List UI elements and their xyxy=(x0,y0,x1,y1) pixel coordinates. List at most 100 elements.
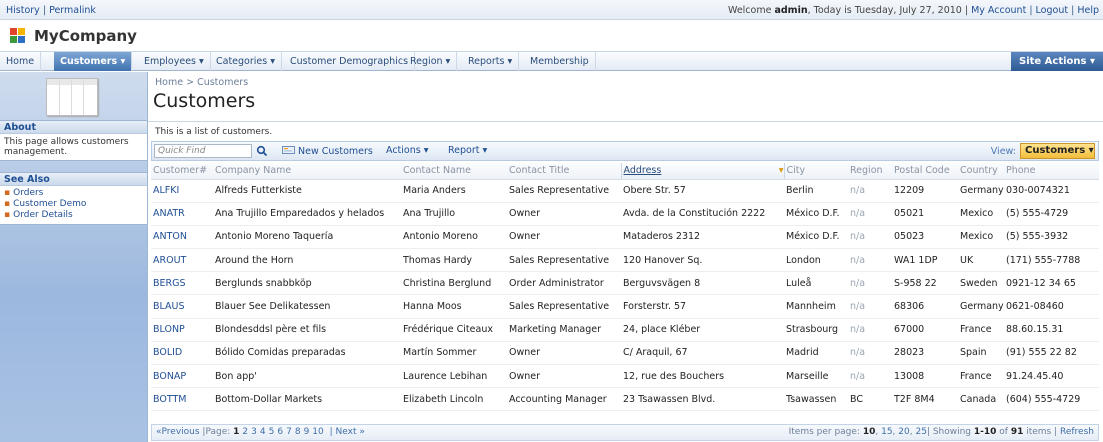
actions-menu[interactable]: Actions ▾ xyxy=(386,145,429,156)
menu-customers[interactable]: Customers ▾ xyxy=(54,52,133,71)
col-company-name[interactable]: Company Name xyxy=(213,163,401,180)
report-menu[interactable]: Report ▾ xyxy=(448,145,487,156)
see-also-orders-label[interactable]: Orders xyxy=(13,188,43,198)
cell-phone: 0621-08460 xyxy=(1004,294,1099,319)
see-also-orders[interactable]: ▪ Orders xyxy=(2,188,147,199)
page-link-5[interactable]: 5 xyxy=(269,427,275,437)
page-size-10[interactable]: 10 xyxy=(863,427,876,437)
cell-city: Strasbourg xyxy=(784,318,848,342)
page-link-1[interactable]: 1 xyxy=(233,427,239,437)
cell-customer-id[interactable]: BLONP xyxy=(151,318,213,342)
col-country[interactable]: Country xyxy=(958,163,1004,180)
page-link-8[interactable]: 8 xyxy=(295,427,301,437)
table-row[interactable]: ANATR Ana Trujillo Emparedados y helados A… xyxy=(151,202,1099,226)
cell-contact-name: Ana Trujillo xyxy=(401,202,507,226)
cell-customer-id[interactable]: ALFKI xyxy=(151,179,213,203)
previous-page-link[interactable]: «Previous xyxy=(156,427,200,437)
col-customer-id[interactable]: Customer# xyxy=(151,163,213,180)
col-region[interactable]: Region xyxy=(848,163,892,180)
col-postal-code[interactable]: Postal Code xyxy=(892,163,958,180)
menu-employees[interactable]: Employees ▾ xyxy=(138,52,211,71)
site-actions-button[interactable]: Site Actions ▾ xyxy=(1011,52,1103,71)
see-also-title: See Also xyxy=(0,173,147,186)
cell-customer-id[interactable]: BOLID xyxy=(151,341,213,366)
page-link-7[interactable]: 7 xyxy=(286,427,292,437)
view-selector[interactable]: Customers ▾ xyxy=(1020,143,1095,159)
cell-region: n/a xyxy=(848,202,892,226)
see-also-order-details[interactable]: ▪ Order Details xyxy=(2,210,147,221)
col-city[interactable]: City xyxy=(784,163,848,180)
cell-company-name: Bon app' xyxy=(213,364,401,389)
page-size-25[interactable]: 25 xyxy=(915,427,926,437)
table-row[interactable]: BOTTM Bottom-Dollar Markets Elizabeth Linc… xyxy=(151,387,1099,412)
brand[interactable]: MyCompany xyxy=(10,27,137,45)
company-logo-icon xyxy=(10,28,28,44)
col-address[interactable]: Address ▾ xyxy=(620,163,785,180)
next-page-link[interactable]: | Next » xyxy=(330,427,365,437)
table-row[interactable]: AROUT Around the Horn Thomas Hardy Sales Re… xyxy=(151,248,1099,273)
cell-contact-name: Elizabeth Lincoln xyxy=(401,387,507,412)
table-row[interactable]: ANTON Antonio Moreno Taquería Antonio More… xyxy=(151,225,1099,250)
menu-customer-demographics[interactable]: Customer Demographics xyxy=(284,52,416,71)
col-address-label[interactable]: Address xyxy=(624,165,662,176)
top-left-links: History | Permalink xyxy=(6,5,96,16)
cell-phone: (91) 555 22 82 xyxy=(1004,341,1099,366)
cell-country: Spain xyxy=(958,341,1004,366)
cell-city: Mannheim xyxy=(784,294,848,319)
cell-city: Luleå xyxy=(784,271,848,296)
see-also-customer-demo-label[interactable]: Customer Demo xyxy=(13,199,86,209)
permalink-link[interactable]: Permalink xyxy=(49,5,96,16)
history-link[interactable]: History xyxy=(6,5,40,16)
menu-membership[interactable]: Membership xyxy=(524,52,596,71)
menu-home[interactable]: Home xyxy=(0,52,42,71)
page-link-10[interactable]: 10 xyxy=(312,427,323,437)
table-row[interactable]: BERGS Berglunds snabbköp Christina Berglun… xyxy=(151,271,1099,296)
cell-customer-id[interactable]: BONAP xyxy=(151,364,213,389)
col-phone[interactable]: Phone xyxy=(1004,163,1099,180)
page-link-4[interactable]: 4 xyxy=(260,427,266,437)
col-contact-name[interactable]: Contact Name xyxy=(401,163,507,180)
column-menu-icon[interactable]: ▾ xyxy=(779,165,784,176)
cell-customer-id[interactable]: ANATR xyxy=(151,202,213,226)
logout-link[interactable]: Logout xyxy=(1036,5,1069,16)
page-link-3[interactable]: 3 xyxy=(251,427,257,437)
page-link-9[interactable]: 9 xyxy=(304,427,310,437)
cell-company-name: Berglunds snabbköp xyxy=(213,271,401,296)
refresh-link[interactable]: Refresh xyxy=(1060,427,1094,437)
cell-city: Berlin xyxy=(784,179,848,203)
cell-customer-id[interactable]: BERGS xyxy=(151,271,213,296)
cell-postal-code: 13008 xyxy=(892,364,958,389)
menu-region[interactable]: Region ▾ xyxy=(404,52,458,71)
cell-region: BC xyxy=(848,387,892,412)
table-row[interactable]: BLAUS Blauer See Delikatessen Hanna Moos Sa… xyxy=(151,294,1099,319)
col-contact-title[interactable]: Contact Title xyxy=(507,163,621,180)
see-also-order-details-label[interactable]: Order Details xyxy=(13,210,73,220)
help-link[interactable]: Help xyxy=(1077,5,1099,16)
menu-reports[interactable]: Reports ▾ xyxy=(462,52,520,71)
page-size-15[interactable]: 15 xyxy=(881,427,892,437)
cell-phone: 030-0074321 xyxy=(1004,179,1099,203)
page-link-6[interactable]: 6 xyxy=(277,427,283,437)
cell-customer-id[interactable]: AROUT xyxy=(151,248,213,273)
see-also-customer-demo[interactable]: ▪ Customer Demo xyxy=(2,199,147,210)
menu-categories[interactable]: Categories ▾ xyxy=(210,52,282,71)
page-link-2[interactable]: 2 xyxy=(242,427,248,437)
new-customers-button[interactable]: New Customers xyxy=(282,145,373,157)
search-icon[interactable] xyxy=(256,145,268,157)
table-row[interactable]: ALFKI Alfreds Futterkiste Maria Anders Sale… xyxy=(151,179,1099,203)
cell-country: Sweden xyxy=(958,271,1004,296)
quick-find-input[interactable]: Quick Find xyxy=(154,144,252,158)
cell-region: n/a xyxy=(848,318,892,342)
cell-customer-id[interactable]: BLAUS xyxy=(151,294,213,319)
table-row[interactable]: BOLID Bólido Comidas preparadas Martín Som… xyxy=(151,341,1099,366)
cell-postal-code: S-958 22 xyxy=(892,271,958,296)
table-row[interactable]: BLONP Blondesddsl père et fils Frédérique … xyxy=(151,318,1099,342)
cell-customer-id[interactable]: BOTTM xyxy=(151,387,213,412)
cell-customer-id[interactable]: ANTON xyxy=(151,225,213,250)
cell-region: n/a xyxy=(848,179,892,203)
table-row[interactable]: BONAP Bon app' Laurence Lebihan Owner 12, ru… xyxy=(151,364,1099,389)
breadcrumb[interactable]: Home > Customers xyxy=(155,77,248,88)
cell-contact-title: Accounting Manager xyxy=(507,387,621,412)
my-account-link[interactable]: My Account xyxy=(971,5,1026,16)
page-size-20[interactable]: 20 xyxy=(898,427,909,437)
